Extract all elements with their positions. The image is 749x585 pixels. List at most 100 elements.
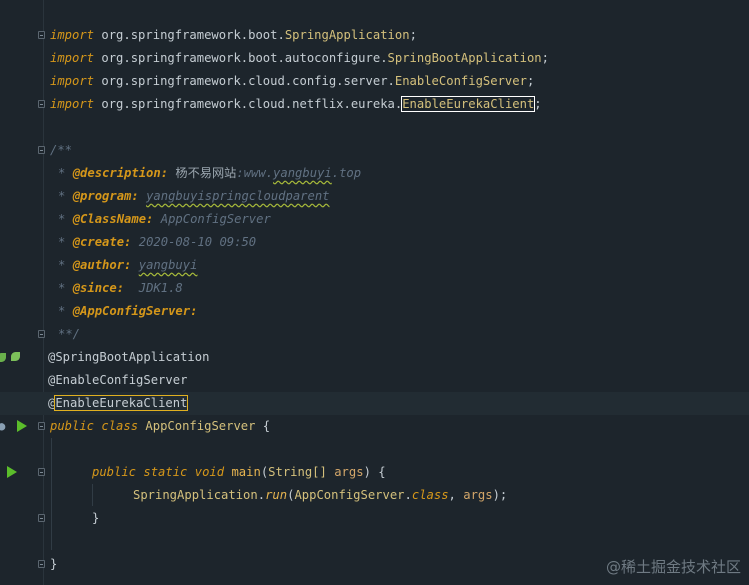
semicolon: ; <box>534 97 542 111</box>
dot: . <box>404 488 412 502</box>
package-path: org.springframework.cloud.config.server. <box>101 74 395 88</box>
doc-line-classname[interactable]: * @ClassName: AppConfigServer <box>0 208 749 231</box>
code-line-annotation-2[interactable]: @EnableConfigServer <box>0 369 749 392</box>
comment-star: * <box>58 189 66 203</box>
doc-value: yangbuyispringcloudparent <box>146 189 330 203</box>
code-line-annotation-1[interactable]: @SpringBootApplication <box>0 346 749 369</box>
package-path: org.springframework.boot. <box>101 28 285 42</box>
param-name: args <box>334 465 364 479</box>
closing-brace: } <box>50 557 58 571</box>
doc-tag: @ClassName: <box>72 212 154 226</box>
doc-line-create[interactable]: * @create: 2020-08-10 09:50 <box>0 231 749 254</box>
keyword: import <box>50 28 95 42</box>
dot: . <box>257 488 266 502</box>
run-main-icon[interactable] <box>7 466 17 478</box>
indent-guide <box>92 484 93 506</box>
paren: ); <box>492 488 508 502</box>
semicolon: ; <box>526 74 535 88</box>
code-line-import-3[interactable]: import org.springframework.cloud.config.… <box>0 70 749 93</box>
doc-tag: @since: <box>72 281 125 295</box>
keyword: public <box>92 465 137 479</box>
doc-value: :www. <box>236 166 274 180</box>
doc-value: AppConfigServer <box>160 212 271 226</box>
indent-guide <box>51 438 52 550</box>
fold-end-icon[interactable] <box>38 100 45 108</box>
class-name: EnableConfigServer <box>394 74 527 88</box>
fold-end-icon[interactable] <box>38 560 45 568</box>
fold-collapse-icon[interactable] <box>38 31 45 39</box>
comment-close: **/ <box>58 327 81 341</box>
search-icon[interactable]: ● <box>0 415 5 438</box>
keyword: import <box>50 97 95 111</box>
comment-star: * <box>58 304 66 318</box>
code-line-annotation-3[interactable]: @EnableEurekaClient <box>0 392 749 415</box>
doc-comment-close[interactable]: **/ <box>0 323 749 346</box>
class-name: SpringApplication <box>284 28 410 42</box>
brace: { <box>255 419 271 433</box>
code-line-import-1[interactable]: import org.springframework.boot.SpringAp… <box>0 24 749 47</box>
param-name: args <box>463 488 493 502</box>
doc-comment-open[interactable]: /** <box>0 139 749 162</box>
package-path: org.springframework.boot.autoconfigure. <box>101 51 388 65</box>
keyword: void <box>194 465 225 479</box>
fold-collapse-icon[interactable] <box>38 422 45 430</box>
package-path: org.springframework.cloud.netflix.eureka… <box>101 97 403 111</box>
highlighted-annotation[interactable]: EnableEurekaClient <box>54 395 189 411</box>
code-line-import-2[interactable]: import org.springframework.boot.autoconf… <box>0 47 749 70</box>
comment-star: * <box>58 235 66 249</box>
doc-value: JDK1.8 <box>138 281 183 295</box>
doc-line-author[interactable]: * @author: yangbuyi <box>0 254 749 277</box>
code-line-main-decl[interactable]: public static void main(String[] args) { <box>0 461 749 484</box>
code-editor[interactable]: import org.springframework.boot.SpringAp… <box>0 0 749 585</box>
class-name: AppConfigServer <box>145 419 256 433</box>
keyword: import <box>50 51 95 65</box>
doc-tag: @create: <box>72 235 132 249</box>
code-line-import-4[interactable]: import org.springframework.cloud.netflix… <box>0 93 749 116</box>
fold-end-icon[interactable] <box>38 514 45 522</box>
closing-brace: } <box>92 511 100 525</box>
method-name: main <box>231 465 261 479</box>
class-name: SpringApplication <box>133 488 258 502</box>
code-line-close-inner[interactable]: } <box>0 507 749 530</box>
code-line-class-decl[interactable]: ● public class AppConfigServer { <box>0 415 749 438</box>
comment-star: * <box>58 281 66 295</box>
doc-line-description[interactable]: * @description: 杨不易网站:www.yangbuyi.top <box>0 162 749 185</box>
spring-leaf-icon[interactable] <box>11 352 20 361</box>
run-class-icon[interactable] <box>17 420 27 432</box>
fold-collapse-icon[interactable] <box>38 468 45 476</box>
doc-line-program[interactable]: * @program: yangbuyispringcloudparent <box>0 185 749 208</box>
doc-value: .top <box>331 166 362 180</box>
comment-star: * <box>58 212 66 226</box>
doc-tag: @author: <box>72 258 132 272</box>
keyword: public <box>50 419 95 433</box>
type-name: String[] <box>268 465 327 479</box>
spring-bean-icon[interactable] <box>0 353 6 362</box>
doc-line-appconfig[interactable]: * @AppConfigServer: <box>0 300 749 323</box>
doc-tag: @AppConfigServer: <box>72 304 198 318</box>
comment-star: * <box>58 166 66 180</box>
semicolon: ; <box>409 28 417 42</box>
comment-open: /** <box>50 143 73 157</box>
comma: , <box>448 488 464 502</box>
class-name: AppConfigServer <box>294 488 405 502</box>
doc-value: yangbuyi <box>138 258 198 272</box>
code-line-body[interactable]: SpringApplication.run(AppConfigServer.cl… <box>0 484 749 507</box>
doc-value: 2020-08-10 09:50 <box>138 235 257 249</box>
semicolon: ; <box>541 51 549 65</box>
watermark: @稀土掘金技术社区 <box>605 558 741 576</box>
doc-link[interactable]: yangbuyi <box>273 166 332 180</box>
paren: ) { <box>363 465 386 479</box>
keyword: class <box>411 488 449 502</box>
highlighted-class-name[interactable]: EnableEurekaClient <box>401 96 536 112</box>
keyword: class <box>101 419 139 433</box>
method-name: run <box>265 488 288 502</box>
comment-star: * <box>58 258 66 272</box>
keyword: import <box>50 74 95 88</box>
annotation: @SpringBootApplication <box>48 350 210 364</box>
fold-collapse-icon[interactable] <box>38 146 45 154</box>
doc-line-since[interactable]: * @since: JDK1.8 <box>0 277 749 300</box>
fold-end-icon[interactable] <box>38 330 45 338</box>
doc-tag: @program: <box>72 189 139 203</box>
annotation: @EnableConfigServer <box>48 373 188 387</box>
doc-value: 杨不易网站 <box>175 166 237 180</box>
